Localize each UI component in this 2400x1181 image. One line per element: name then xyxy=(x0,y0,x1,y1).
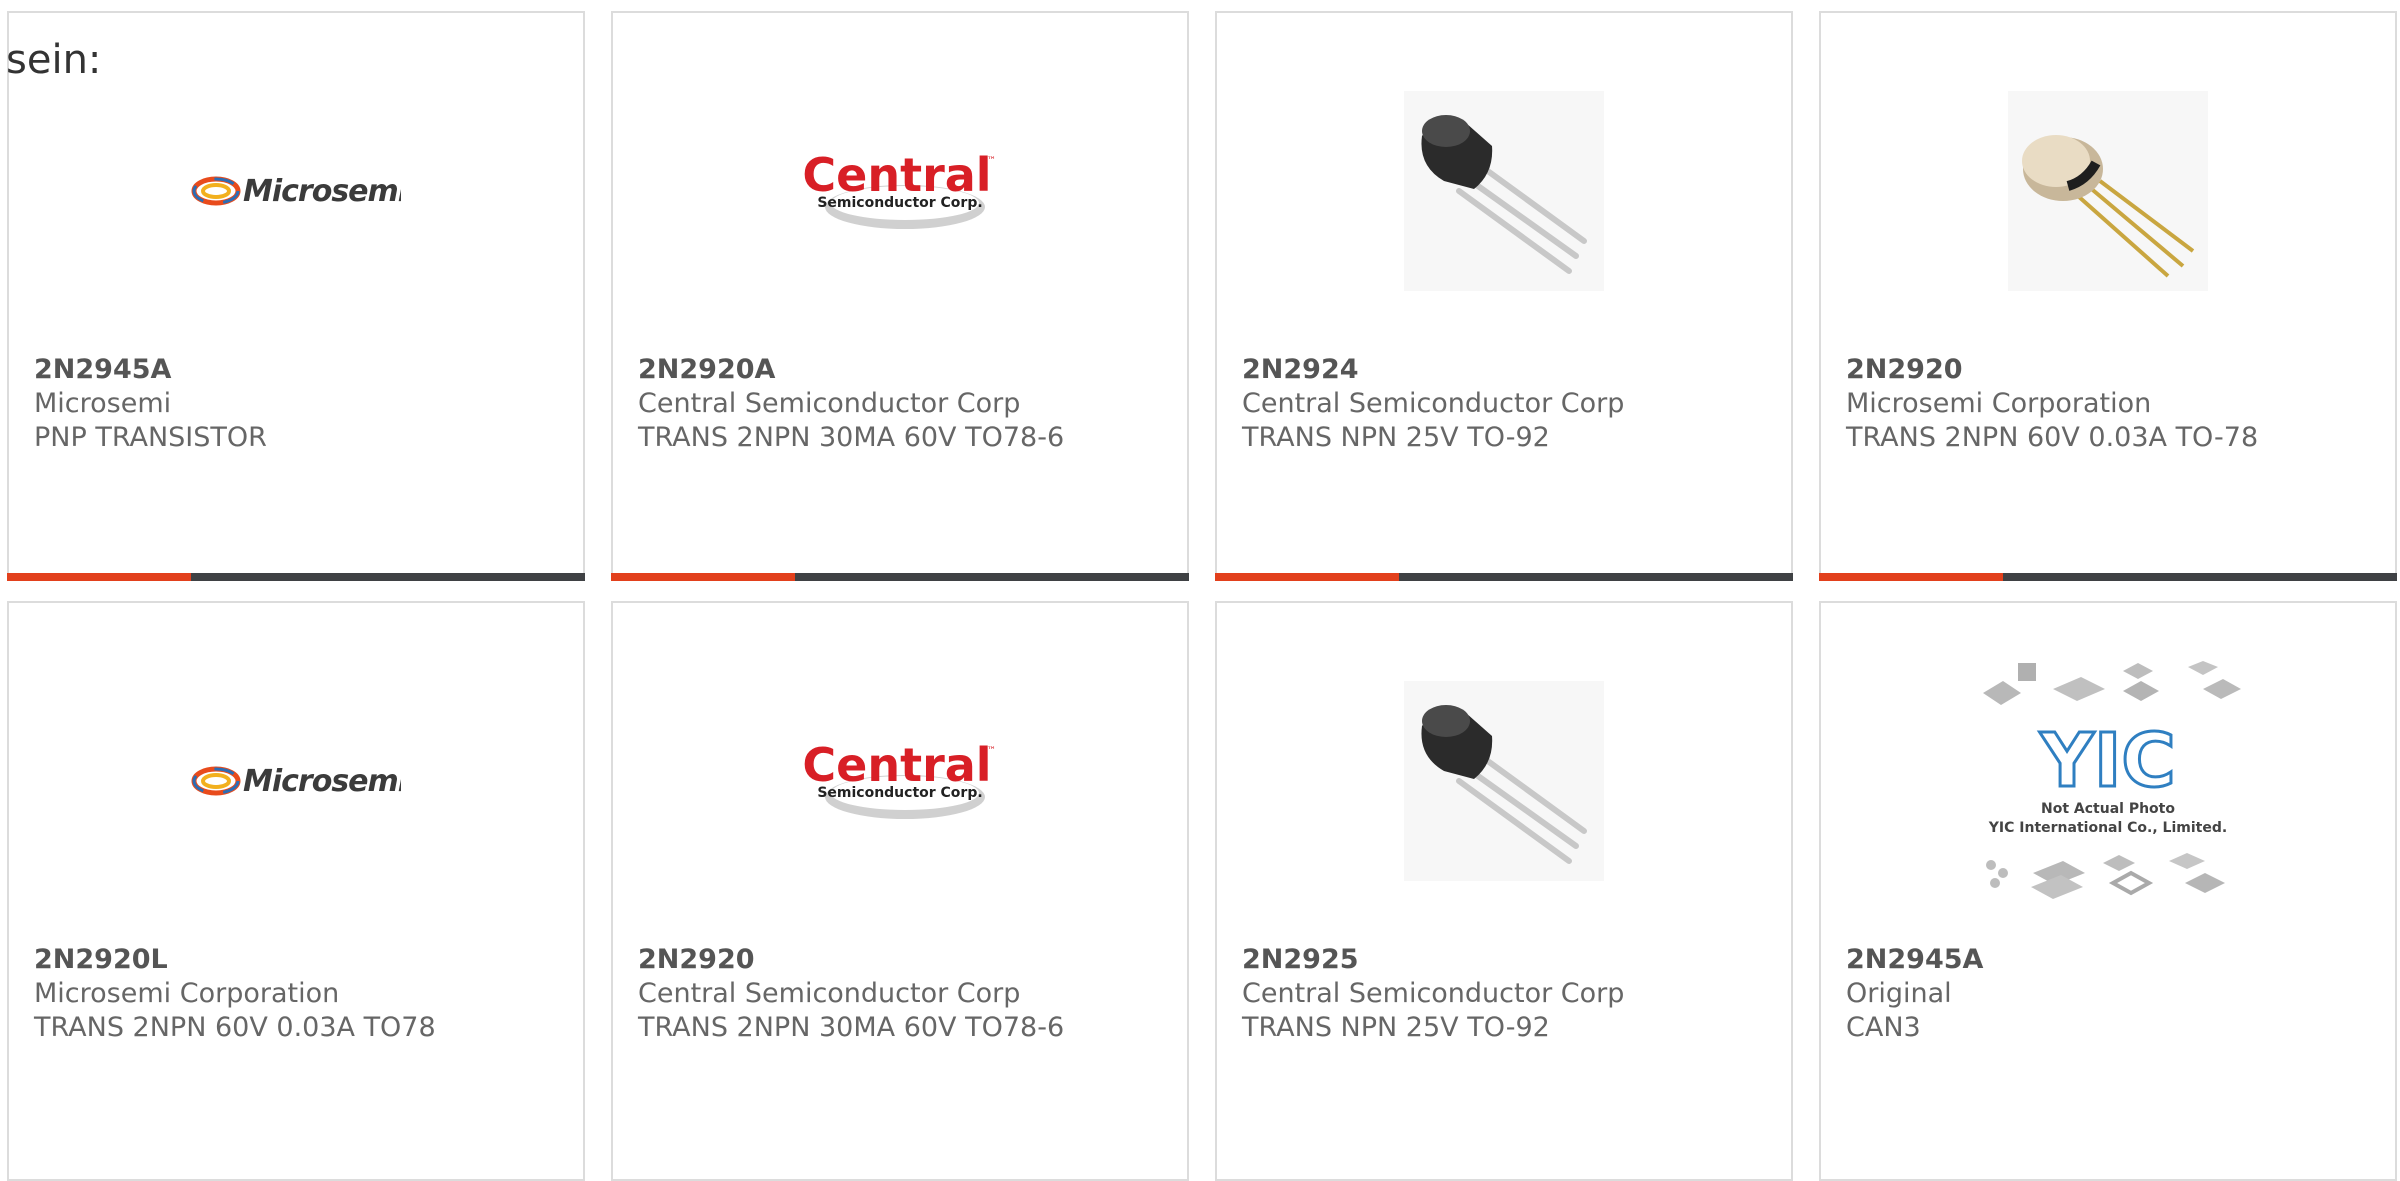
svg-text:Not Actual Photo: Not Actual Photo xyxy=(2041,801,2175,817)
to78-can-transistor-icon xyxy=(2008,91,2208,291)
to92-transistor-icon xyxy=(1404,91,1604,291)
manufacturer: Central Semiconductor Corp xyxy=(1242,388,1625,419)
svg-text:™: ™ xyxy=(987,156,996,166)
to92-transistor-icon xyxy=(1404,681,1604,881)
part-number[interactable]: 2N2945A xyxy=(34,353,267,387)
manufacturer: Central Semiconductor Corp xyxy=(638,978,1021,1009)
microsemi-logo: Microsemi xyxy=(191,174,401,209)
description: PNP TRANSISTOR xyxy=(34,422,267,453)
product-image[interactable]: Microsemi xyxy=(9,61,583,321)
card-bottom-bar xyxy=(1819,573,2397,581)
part-number[interactable]: 2N2920 xyxy=(1846,353,2258,387)
description: TRANS 2NPN 30MA 60V TO78-6 xyxy=(638,1012,1065,1043)
card-bottom-bar xyxy=(611,573,1189,581)
description: TRANS 2NPN 60V 0.03A TO78 xyxy=(34,1012,436,1043)
part-number[interactable]: 2N2945A xyxy=(1846,943,1983,977)
description: TRANS NPN 25V TO-92 xyxy=(1242,422,1550,453)
svg-text:Microsemi: Microsemi xyxy=(243,764,401,799)
part-number[interactable]: 2N2920L xyxy=(34,943,436,977)
product-card[interactable]: Central ™ Semiconductor Corp. 2N2920 Cen… xyxy=(611,601,1189,1181)
manufacturer: Central Semiconductor Corp xyxy=(638,388,1021,419)
manufacturer: Microsemi Corporation xyxy=(34,978,340,1009)
product-image[interactable]: Central ™ Semiconductor Corp. xyxy=(613,651,1187,911)
central-logo: Central ™ Semiconductor Corp. xyxy=(802,149,996,229)
product-card[interactable]: 2N2920 Microsemi Corporation TRANS 2NPN … xyxy=(1819,11,2397,581)
description: CAN3 xyxy=(1846,1012,1921,1043)
product-image[interactable]: Central ™ Semiconductor Corp. xyxy=(613,61,1187,321)
product-image[interactable]: Microsemi xyxy=(9,651,583,911)
product-image[interactable] xyxy=(1217,651,1791,911)
svg-text:YIC International Co., Limited: YIC International Co., Limited. xyxy=(1988,820,2227,836)
product-card[interactable]: 2N2924 Central Semiconductor Corp TRANS … xyxy=(1215,11,1793,581)
product-card[interactable]: Microsemi 2N2945A Microsemi PNP TRANSIST… xyxy=(7,11,585,581)
part-number[interactable]: 2N2925 xyxy=(1242,943,1624,977)
description: TRANS 2NPN 30MA 60V TO78-6 xyxy=(638,422,1065,453)
product-image[interactable] xyxy=(1821,61,2395,321)
yic-placeholder-image: YIC Not Actual Photo YIC International C… xyxy=(1983,661,2241,899)
product-grid: Microsemi 2N2945A Microsemi PNP TRANSIST… xyxy=(0,0,2400,1181)
svg-text:YIC: YIC xyxy=(2039,718,2175,804)
manufacturer: Central Semiconductor Corp xyxy=(1242,978,1625,1009)
part-number[interactable]: 2N2920A xyxy=(638,353,1064,387)
product-card[interactable]: Central ™ Semiconductor Corp. 2N2920A Ce… xyxy=(611,11,1189,581)
svg-text:™: ™ xyxy=(987,746,996,756)
product-image[interactable]: YIC Not Actual Photo YIC International C… xyxy=(1821,651,2395,911)
svg-text:Semiconductor Corp.: Semiconductor Corp. xyxy=(817,195,982,211)
card-bottom-bar xyxy=(7,573,585,581)
product-card[interactable]: Microsemi 2N2920L Microsemi Corporation … xyxy=(7,601,585,1181)
part-number[interactable]: 2N2920 xyxy=(638,943,1064,977)
manufacturer: Microsemi Corporation xyxy=(1846,388,2152,419)
product-image[interactable] xyxy=(1217,61,1791,321)
product-card[interactable]: 2N2925 Central Semiconductor Corp TRANS … xyxy=(1215,601,1793,1181)
microsemi-logo: Microsemi xyxy=(191,764,401,799)
product-card[interactable]: YIC Not Actual Photo YIC International C… xyxy=(1819,601,2397,1181)
description: TRANS NPN 25V TO-92 xyxy=(1242,1012,1550,1043)
part-number[interactable]: 2N2924 xyxy=(1242,353,1624,387)
intro-text: sein: xyxy=(6,37,102,83)
description: TRANS 2NPN 60V 0.03A TO-78 xyxy=(1846,422,2259,453)
central-logo: Central ™ Semiconductor Corp. xyxy=(802,739,996,819)
manufacturer: Microsemi xyxy=(34,388,172,419)
svg-text:Semiconductor Corp.: Semiconductor Corp. xyxy=(817,785,982,801)
card-bottom-bar xyxy=(1215,573,1793,581)
manufacturer: Original xyxy=(1846,978,1952,1009)
svg-text:Microsemi: Microsemi xyxy=(243,174,401,209)
